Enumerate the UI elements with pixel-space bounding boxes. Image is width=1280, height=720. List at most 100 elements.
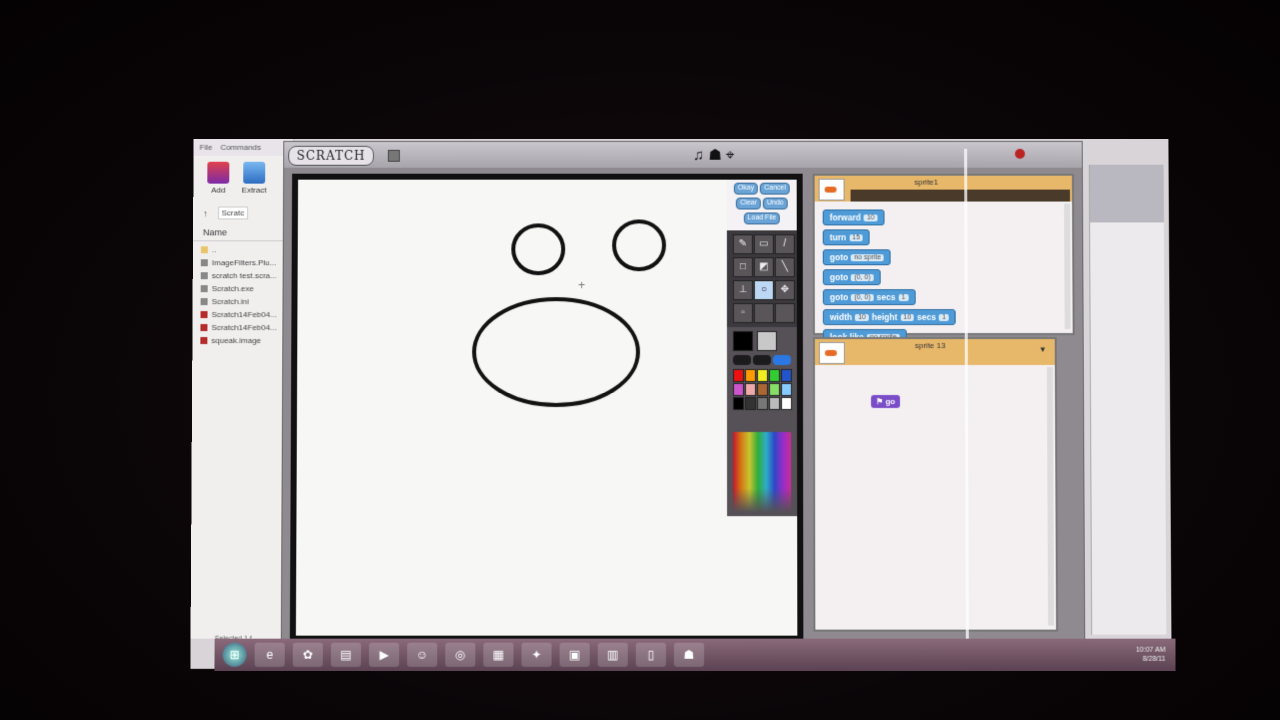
color-swatch[interactable] xyxy=(733,369,744,382)
paint-toolbar: Okay Cancel Clear Undo Load File ✎ ▭ / □ ◩ ╲ ⊥… xyxy=(727,180,797,509)
blank-tool-1[interactable] xyxy=(754,303,774,323)
list-item[interactable]: Scratch14Feb04... xyxy=(200,308,284,321)
taskbar-app-icon[interactable]: ▤ xyxy=(331,643,361,667)
block-input[interactable]: 1 xyxy=(898,294,908,301)
color-spectrum[interactable] xyxy=(733,432,791,512)
scrollbar[interactable] xyxy=(1064,204,1071,330)
motion-block[interactable]: goto (0, 0) xyxy=(823,269,881,285)
eraser-tool[interactable]: ▭ xyxy=(754,234,774,254)
window-icon[interactable] xyxy=(388,150,400,162)
mode-swap[interactable] xyxy=(753,355,771,365)
taskbar-app-icon[interactable]: ☗ xyxy=(674,643,704,667)
menu-file[interactable]: File xyxy=(200,143,213,152)
color-swatch[interactable] xyxy=(769,369,780,382)
rectangle-tool[interactable]: □ xyxy=(733,257,753,277)
paint-canvas[interactable]: + Okay Cancel Clear Undo Load File ✎ ▭ /… xyxy=(290,174,804,642)
secondary-color-swatch[interactable] xyxy=(757,331,777,351)
mode-solid[interactable] xyxy=(733,355,751,365)
color-palette xyxy=(733,369,791,410)
music-cat-icons[interactable]: ♫ ☗ ⌖ xyxy=(693,146,734,164)
script-sprite-name: sprite 13 xyxy=(915,341,946,350)
ellipse-tool[interactable]: ○ xyxy=(754,280,774,300)
breadcrumb[interactable]: Scratc xyxy=(218,207,249,220)
sprite-thumbnail[interactable] xyxy=(819,342,845,364)
clear-button[interactable]: Clear xyxy=(736,198,761,210)
list-item[interactable]: Scratch.exe xyxy=(201,282,285,295)
taskbar-app-icon[interactable]: ✿ xyxy=(293,643,323,667)
list-item[interactable]: scratch test.scra... xyxy=(201,269,285,282)
chevron-down-icon[interactable]: ▼ xyxy=(1039,345,1047,354)
clock[interactable]: 10:07 AM 8/28/11 xyxy=(1136,646,1166,664)
primary-color-swatch[interactable] xyxy=(733,331,753,351)
color-swatch[interactable] xyxy=(769,397,780,410)
color-swatch[interactable] xyxy=(733,397,744,410)
taskbar-app-icon[interactable]: ▶ xyxy=(369,643,399,667)
color-swatch[interactable] xyxy=(745,397,756,410)
motion-block[interactable]: forward 10 xyxy=(823,209,885,225)
list-item[interactable]: Scratch.ini xyxy=(201,295,285,308)
color-swatch[interactable] xyxy=(781,369,792,382)
mode-gradient[interactable] xyxy=(773,355,791,365)
taskbar-app-icon[interactable]: ▥ xyxy=(598,643,628,667)
color-swatch[interactable] xyxy=(757,397,768,410)
close-icon[interactable] xyxy=(1015,149,1025,159)
color-swatch[interactable] xyxy=(757,383,768,396)
block-input[interactable]: (0, 0) xyxy=(851,294,873,301)
block-input[interactable]: no sprite xyxy=(851,254,884,261)
taskbar-app-icon[interactable]: e xyxy=(255,643,285,667)
color-swatch[interactable] xyxy=(733,383,744,396)
start-button[interactable]: ⊞ xyxy=(222,643,246,667)
motion-block[interactable]: width 10 height 10 secs 1 xyxy=(823,309,956,325)
column-header-name[interactable]: Name xyxy=(193,224,293,241)
undo-button[interactable]: Undo xyxy=(763,198,788,210)
motion-block[interactable]: goto no sprite xyxy=(823,249,891,265)
color-swatch[interactable] xyxy=(745,369,756,382)
taskbar-app-icon[interactable]: ✦ xyxy=(521,643,551,667)
monitor-bezel: File Commands Add Extract ↑ Scratc Name … xyxy=(0,0,1280,720)
sprite-thumbnail[interactable] xyxy=(819,179,845,201)
cancel-button[interactable]: Cancel xyxy=(760,183,790,195)
color-swatch[interactable] xyxy=(769,383,780,396)
color-section xyxy=(727,327,797,516)
taskbar-app-icon[interactable]: ☺ xyxy=(407,643,437,667)
scrollbar[interactable] xyxy=(1047,367,1054,626)
list-item[interactable]: .. xyxy=(201,243,285,256)
okay-button[interactable]: Okay xyxy=(734,183,758,195)
go-block[interactable]: ⚑ go xyxy=(871,395,900,408)
block-input[interactable]: 1 xyxy=(939,314,949,321)
taskbar-app-icon[interactable]: ▦ xyxy=(483,643,513,667)
add-button[interactable]: Add xyxy=(203,162,233,198)
fill-tool[interactable]: ◩ xyxy=(754,257,774,277)
color-swatch[interactable] xyxy=(757,369,768,382)
motion-block[interactable]: goto (0, 0) secs 1 xyxy=(823,289,916,305)
color-swatch[interactable] xyxy=(781,383,792,396)
block-input[interactable]: (0, 0) xyxy=(851,274,873,281)
line-tool[interactable]: ╲ xyxy=(775,257,795,277)
color-swatch[interactable] xyxy=(781,397,792,410)
stamp-tool[interactable]: ⊥ xyxy=(733,280,753,300)
block-input[interactable]: 10 xyxy=(900,314,914,321)
motion-block[interactable]: turn 15 xyxy=(823,229,870,245)
block-input[interactable]: 10 xyxy=(864,214,878,221)
load-file-button[interactable]: Load File xyxy=(743,212,780,224)
explorer-nav: ↑ Scratc xyxy=(193,204,293,223)
list-item[interactable]: ImageFilters.Plu... xyxy=(201,256,285,269)
block-label: goto xyxy=(830,272,848,282)
up-arrow-icon[interactable]: ↑ xyxy=(203,208,208,218)
move-tool[interactable]: ✥ xyxy=(775,280,795,300)
color-swatch[interactable] xyxy=(745,383,756,396)
menu-commands[interactable]: Commands xyxy=(220,143,261,152)
list-item[interactable]: squeak.image xyxy=(200,334,284,347)
taskbar-app-icon[interactable]: ▣ xyxy=(560,643,590,667)
brush-tool[interactable]: / xyxy=(775,234,795,254)
list-item[interactable]: Scratch14Feb04... xyxy=(200,321,284,334)
block-input[interactable]: 15 xyxy=(849,234,863,241)
eyedropper-tool[interactable]: ✎ xyxy=(733,234,753,254)
block-label: goto xyxy=(830,292,848,302)
extract-button[interactable]: Extract xyxy=(239,162,269,198)
taskbar-app-icon[interactable]: ▯ xyxy=(636,643,666,667)
taskbar-app-icon[interactable]: ◎ xyxy=(445,643,475,667)
select-tool[interactable]: ▫ xyxy=(733,303,753,323)
blank-tool-2[interactable] xyxy=(775,303,795,323)
block-input[interactable]: 10 xyxy=(855,314,869,321)
